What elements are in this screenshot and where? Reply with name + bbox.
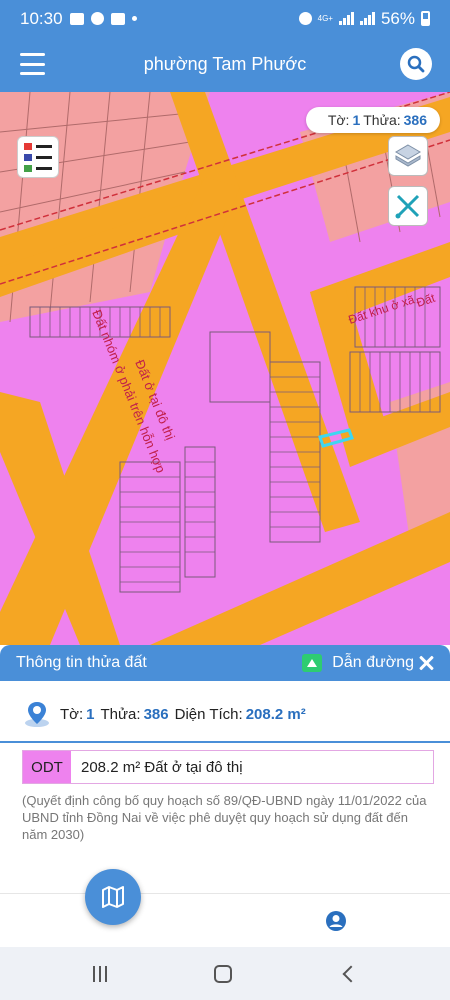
back-icon[interactable] <box>342 965 360 982</box>
signal-2-icon <box>359 12 375 25</box>
sheet-value: 1 <box>86 705 95 723</box>
layers-icon <box>395 144 421 167</box>
notification-dot-icon <box>131 16 137 21</box>
home-icon[interactable] <box>213 964 232 983</box>
info-panel-title: Thông tin thửa đất <box>16 654 147 671</box>
area-label: Diện Tích: <box>174 705 243 723</box>
parcel-plot-value: 386 <box>403 112 427 128</box>
divider <box>0 741 450 743</box>
parcel-sheet-value: 1 <box>352 112 361 128</box>
profile-icon[interactable] <box>325 910 347 932</box>
network-type: 4G+ <box>317 13 333 23</box>
status-left: 10:30 <box>20 9 137 29</box>
status-right: 4G+ 56% <box>298 8 430 29</box>
bottom-nav <box>0 893 450 947</box>
page-title: phường Tam Phước <box>143 54 307 74</box>
parcel-plot-label: Thửa: <box>363 112 401 128</box>
usage-code: ODT <box>23 751 71 783</box>
info-panel-body: Tờ: 1 Thửa: 386 Diện Tích: 208.2 m² ODT … <box>0 681 450 893</box>
map-view[interactable]: Đất ở tại đô thị Đất nhóm ở phải trên hỗ… <box>0 92 450 645</box>
hamburger-icon[interactable] <box>20 53 45 75</box>
battery-icon <box>421 11 430 26</box>
news-icon <box>110 12 125 25</box>
legend-icon <box>24 142 52 150</box>
usage-description: 208.2 m² Đất ở tại đô thị <box>81 758 243 776</box>
status-bar: 10:30 4G+ 56% <box>0 0 450 37</box>
map-canvas[interactable]: Đất ở tại đô thị Đất nhóm ở phải trên hỗ… <box>0 92 450 645</box>
legend-button[interactable] <box>17 136 59 178</box>
plot-label: Thửa: <box>100 705 141 723</box>
ruler-tools-icon <box>395 194 420 219</box>
sheet-label: Tờ: <box>60 705 84 723</box>
close-icon[interactable] <box>418 655 434 671</box>
parcel-badge: Tờ: 1 Thửa: 386 <box>305 107 440 133</box>
parcel-sheet-label: Tờ: <box>327 112 350 128</box>
recent-apps-icon[interactable] <box>93 965 108 982</box>
system-nav-bar <box>0 947 450 1000</box>
planning-note: (Quyết định công bố quy hoạch số 89/QĐ-U… <box>22 793 427 842</box>
search-icon <box>407 55 425 73</box>
directions-icon[interactable] <box>302 654 323 672</box>
land-usage-row: ODT 208.2 m² Đất ở tại đô thị <box>22 750 434 784</box>
area-value: 208.2 m² <box>245 705 306 723</box>
gallery-icon <box>69 12 84 25</box>
app-header: phường Tam Phước <box>0 37 450 92</box>
layers-button[interactable] <box>388 136 428 176</box>
directions-button[interactable]: Dẫn đường <box>332 654 414 672</box>
search-button[interactable] <box>400 48 432 80</box>
status-time: 10:30 <box>20 8 63 28</box>
battery-percent: 56% <box>380 8 415 28</box>
parcel-summary: Tờ: 1 Thửa: 386 Diện Tích: 208.2 m² <box>22 699 312 729</box>
location-pin-icon <box>25 702 49 727</box>
measure-tools-button[interactable] <box>388 186 428 226</box>
plot-value: 386 <box>143 705 169 723</box>
map-icon <box>102 886 124 908</box>
facebook-icon <box>90 12 104 25</box>
map-button[interactable] <box>85 869 141 925</box>
info-panel-header: Thông tin thửa đất Dẫn đường <box>0 645 450 681</box>
alarm-icon <box>298 12 312 25</box>
signal-icon <box>338 12 354 25</box>
